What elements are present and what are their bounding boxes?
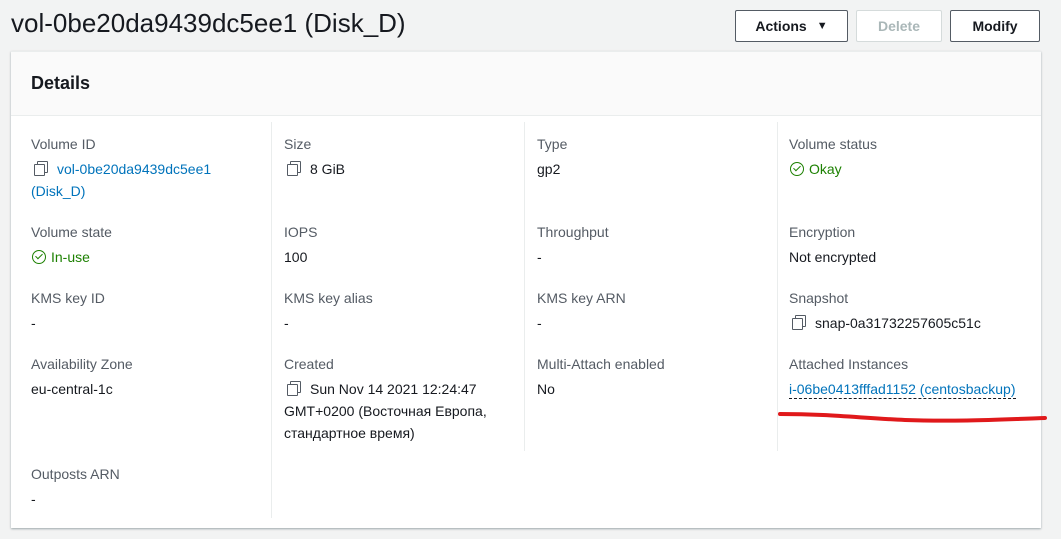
delete-button[interactable]: Delete: [856, 10, 942, 42]
copy-icon[interactable]: [286, 160, 302, 176]
field-value: -: [31, 491, 36, 507]
field-label: KMS key alias: [284, 290, 373, 306]
size-text: 8 GiB: [310, 161, 346, 177]
volume-state-value: In-use: [31, 246, 112, 268]
volume-state-text: In-use: [51, 249, 90, 265]
details-panel: Details Volume ID vol-0be20da9439dc5ee1 …: [11, 51, 1041, 528]
field-label: Volume ID: [31, 136, 96, 152]
field-label: Multi-Attach enabled: [537, 356, 665, 372]
field-value: No: [537, 381, 555, 397]
field-kms-key-arn: KMS key ARN -: [537, 288, 626, 334]
check-circle-icon: [790, 162, 804, 176]
created-line-2: GMT+0200 (Восточная Европа,: [284, 403, 487, 419]
field-label: Outposts ARN: [31, 466, 120, 482]
copy-icon[interactable]: [286, 380, 302, 396]
field-value: -: [31, 315, 36, 331]
field-kms-key-id: KMS key ID -: [31, 288, 105, 334]
details-column-2: Size 8 GiB IOPS 100 KMS key alias - Crea…: [271, 122, 524, 518]
field-size: Size 8 GiB: [284, 134, 345, 180]
field-label: IOPS: [284, 224, 318, 240]
field-encryption: Encryption Not encrypted: [789, 222, 876, 268]
volume-id-link[interactable]: vol-0be20da9439dc5ee1: [57, 161, 211, 177]
field-value: -: [537, 249, 542, 265]
field-label: KMS key ARN: [537, 290, 626, 306]
field-kms-key-alias: KMS key alias -: [284, 288, 373, 334]
caret-down-icon: ▼: [816, 20, 828, 32]
details-panel-title: Details: [31, 73, 91, 93]
field-label: Attached Instances: [789, 356, 909, 372]
details-column-1: Volume ID vol-0be20da9439dc5ee1 (Disk_D)…: [11, 122, 263, 518]
field-value: -: [537, 315, 542, 331]
field-availability-zone: Availability Zone eu-central-1c: [31, 354, 133, 400]
page-title: vol-0be20da9439dc5ee1 (Disk_D): [11, 8, 406, 38]
size-value: 8 GiB: [284, 158, 345, 180]
field-type: Type gp2: [537, 134, 567, 180]
attached-instances-value: i-06be0413fffad1152 (centosbackup): [789, 378, 1016, 400]
snapshot-value: snap-0a31732257605c51c: [789, 312, 981, 334]
copy-icon[interactable]: [33, 160, 49, 176]
copy-icon[interactable]: [791, 314, 807, 330]
actions-button[interactable]: Actions ▼: [735, 10, 848, 42]
field-throughput: Throughput -: [537, 222, 609, 268]
field-label: Availability Zone: [31, 356, 133, 372]
volume-id-link-suffix[interactable]: (Disk_D): [31, 180, 211, 202]
field-volume-state: Volume state In-use: [31, 222, 112, 268]
modify-button[interactable]: Modify: [950, 10, 1040, 42]
field-volume-status: Volume status Okay: [789, 134, 877, 180]
field-label: Volume state: [31, 224, 112, 240]
field-created: Created Sun Nov 14 2021 12:24:47 GMT+020…: [284, 354, 487, 444]
field-label: Encryption: [789, 224, 856, 240]
created-line-1: Sun Nov 14 2021 12:24:47: [310, 381, 477, 397]
field-label: Throughput: [537, 224, 609, 240]
check-circle-icon: [32, 250, 46, 264]
snapshot-text: snap-0a31732257605c51c: [815, 315, 981, 331]
field-label: Volume status: [789, 136, 877, 152]
attached-instance-link[interactable]: i-06be0413fffad1152 (centosbackup): [789, 381, 1016, 399]
field-value: -: [284, 315, 289, 331]
created-line-3: стандартное время): [284, 425, 415, 441]
created-value: Sun Nov 14 2021 12:24:47: [284, 378, 487, 400]
field-snapshot: Snapshot snap-0a31732257605c51c: [789, 288, 981, 334]
field-label: Created: [284, 356, 334, 372]
volume-status-value: Okay: [789, 158, 877, 180]
details-column-3: Type gp2 Throughput - KMS key ARN - Mult…: [524, 122, 777, 451]
field-value: eu-central-1c: [31, 381, 113, 397]
field-label: KMS key ID: [31, 290, 105, 306]
field-label: Snapshot: [789, 290, 849, 306]
actions-label: Actions: [755, 18, 807, 34]
field-volume-id: Volume ID vol-0be20da9439dc5ee1 (Disk_D): [31, 134, 211, 202]
field-multi-attach: Multi-Attach enabled No: [537, 354, 665, 400]
volume-status-text: Okay: [809, 161, 842, 177]
field-outposts-arn: Outposts ARN -: [31, 464, 120, 510]
field-iops: IOPS 100: [284, 222, 317, 268]
details-column-4: Volume status Okay Encryption Not encryp…: [777, 122, 1041, 451]
field-attached-instances: Attached Instances i-06be0413fffad1152 (…: [789, 354, 1016, 400]
field-value: Not encrypted: [789, 249, 877, 265]
field-value: 100: [284, 249, 308, 265]
field-label: Type: [537, 136, 568, 152]
details-panel-header: Details: [11, 52, 1041, 116]
field-value: gp2: [537, 161, 561, 177]
field-label: Size: [284, 136, 312, 152]
volume-id-value: vol-0be20da9439dc5ee1: [31, 158, 211, 180]
